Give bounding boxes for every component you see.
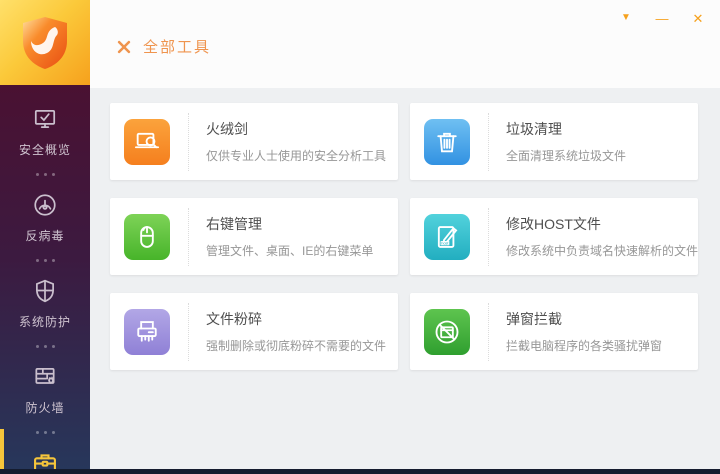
- tool-name: 文件粉碎: [206, 311, 262, 327]
- tools-icon: [117, 40, 131, 53]
- breadcrumb: 全部工具: [115, 36, 211, 57]
- app-logo: [0, 0, 90, 85]
- popup-block-icon: [424, 308, 470, 355]
- separator-dots: [35, 259, 55, 262]
- separator-dots: [35, 173, 55, 176]
- card-divider: [488, 207, 489, 266]
- tool-name: 弹窗拦截: [506, 311, 562, 327]
- card-divider: [188, 207, 189, 266]
- sidebar-item-label: 反病毒: [25, 229, 65, 243]
- sidebar-item-system-protection[interactable]: 系统防护: [0, 271, 90, 336]
- sidebar-item-label: 安全概览: [18, 143, 71, 157]
- tool-name: 垃圾清理: [506, 121, 562, 137]
- svg-text:host: host: [441, 241, 448, 245]
- shield-icon: [31, 277, 59, 305]
- close-button[interactable]: ✕: [686, 6, 710, 30]
- tool-card-context-menu[interactable]: 右键管理 管理文件、桌面、IE的右键菜单: [110, 198, 398, 275]
- firewall-icon: [31, 363, 59, 391]
- trash-icon: [424, 118, 470, 165]
- tool-description: 仅供专业人士使用的安全分析工具: [206, 149, 387, 163]
- active-indicator: [0, 429, 4, 474]
- sidebar-item-label: 系统防护: [18, 315, 71, 329]
- gauge-icon: [31, 191, 59, 219]
- tool-card-popup-blocker[interactable]: 弹窗拦截 拦截电脑程序的各类骚扰弹窗: [410, 293, 698, 370]
- host-file-icon: host: [424, 213, 470, 260]
- card-divider: [488, 112, 489, 171]
- laptop-search-icon: [124, 118, 170, 165]
- main-content: 火绒剑 仅供专业人士使用的安全分析工具 垃圾清理 全面清理系统垃圾文件 右键管理…: [90, 88, 720, 469]
- tool-description: 修改系统中负责域名快速解析的文件: [506, 244, 699, 258]
- shredder-icon: [124, 308, 170, 355]
- mouse-icon: [124, 213, 170, 260]
- tool-description: 全面清理系统垃圾文件: [506, 149, 627, 163]
- sidebar: 安全概览 反病毒 系统防护 防火墙: [0, 85, 90, 474]
- tool-description: 管理文件、桌面、IE的右键菜单: [206, 244, 374, 258]
- menu-button[interactable]: ▼: [614, 6, 638, 30]
- tool-description: 强制删除或彻底粉碎不需要的文件: [206, 339, 387, 353]
- header: 全部工具 ▼ — ✕: [90, 0, 720, 88]
- card-divider: [188, 112, 189, 171]
- tool-description: 拦截电脑程序的各类骚扰弹窗: [506, 339, 663, 353]
- tool-card-huorong-sword[interactable]: 火绒剑 仅供专业人士使用的安全分析工具: [110, 103, 398, 180]
- sidebar-item-firewall[interactable]: 防火墙: [0, 357, 90, 422]
- huorong-shield-logo: [23, 16, 67, 69]
- window-bottom-border: [0, 469, 720, 474]
- minimize-button[interactable]: —: [650, 6, 674, 30]
- tool-name: 火绒剑: [206, 121, 248, 137]
- tool-name: 修改HOST文件: [506, 216, 601, 232]
- tool-card-grid: 火绒剑 仅供专业人士使用的安全分析工具 垃圾清理 全面清理系统垃圾文件 右键管理…: [110, 103, 720, 370]
- separator-dots: [35, 431, 55, 434]
- card-divider: [188, 302, 189, 361]
- app-window: 全部工具 ▼ — ✕ 安全概览 反病毒 系统防护 防火墙 火绒剑 仅供专业人士使…: [0, 0, 720, 474]
- sidebar-item-security-overview[interactable]: 安全概览: [0, 99, 90, 164]
- sidebar-item-label: 防火墙: [25, 401, 65, 415]
- separator-dots: [35, 345, 55, 348]
- monitor-icon: [31, 105, 59, 133]
- sidebar-item-antivirus[interactable]: 反病毒: [0, 185, 90, 250]
- page-title: 全部工具: [143, 39, 212, 56]
- tool-card-host-file[interactable]: host 修改HOST文件 修改系统中负责域名快速解析的文件: [410, 198, 698, 275]
- tool-card-junk-clean[interactable]: 垃圾清理 全面清理系统垃圾文件: [410, 103, 698, 180]
- tool-name: 右键管理: [206, 216, 262, 232]
- card-divider: [488, 302, 489, 361]
- window-controls: ▼ — ✕: [614, 6, 710, 30]
- tool-card-file-shredder[interactable]: 文件粉碎 强制删除或彻底粉碎不需要的文件: [110, 293, 398, 370]
